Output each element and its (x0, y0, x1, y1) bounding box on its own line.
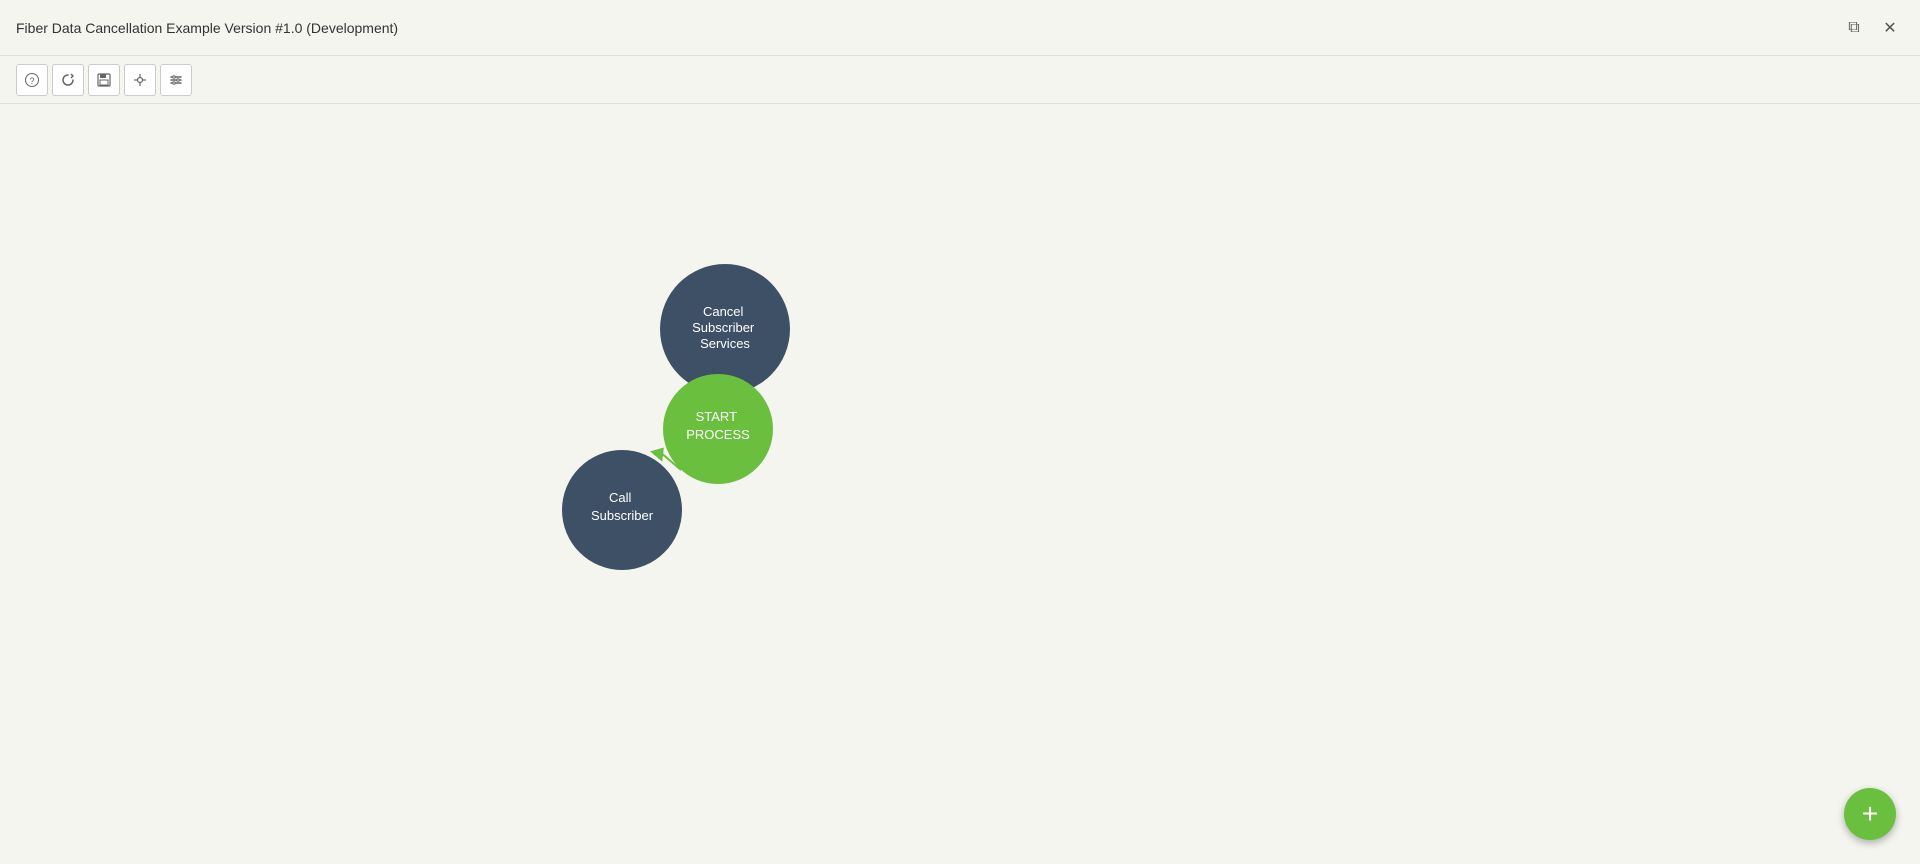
save-button[interactable] (88, 64, 120, 96)
help-button[interactable]: ? (16, 64, 48, 96)
app-title: Fiber Data Cancellation Example Version … (16, 20, 398, 36)
call-subscriber-node[interactable]: Call Subscriber (562, 450, 682, 570)
svg-text:?: ? (29, 76, 34, 86)
start-process-node[interactable]: START PROCESS (663, 374, 773, 484)
window-controls: ⧉ ✕ (1840, 14, 1904, 42)
diagram-svg: Cancel Subscriber Services START PROCESS… (0, 104, 1920, 864)
canvas-area[interactable]: Cancel Subscriber Services START PROCESS… (0, 104, 1920, 864)
refresh-button[interactable] (52, 64, 84, 96)
toolbar: ? (0, 56, 1920, 104)
title-bar: Fiber Data Cancellation Example Version … (0, 0, 1920, 56)
add-button[interactable]: + (1844, 788, 1896, 840)
settings-button[interactable] (160, 64, 192, 96)
tools-button[interactable] (124, 64, 156, 96)
maximize-button[interactable]: ⧉ (1840, 14, 1868, 42)
close-button[interactable]: ✕ (1876, 14, 1904, 42)
